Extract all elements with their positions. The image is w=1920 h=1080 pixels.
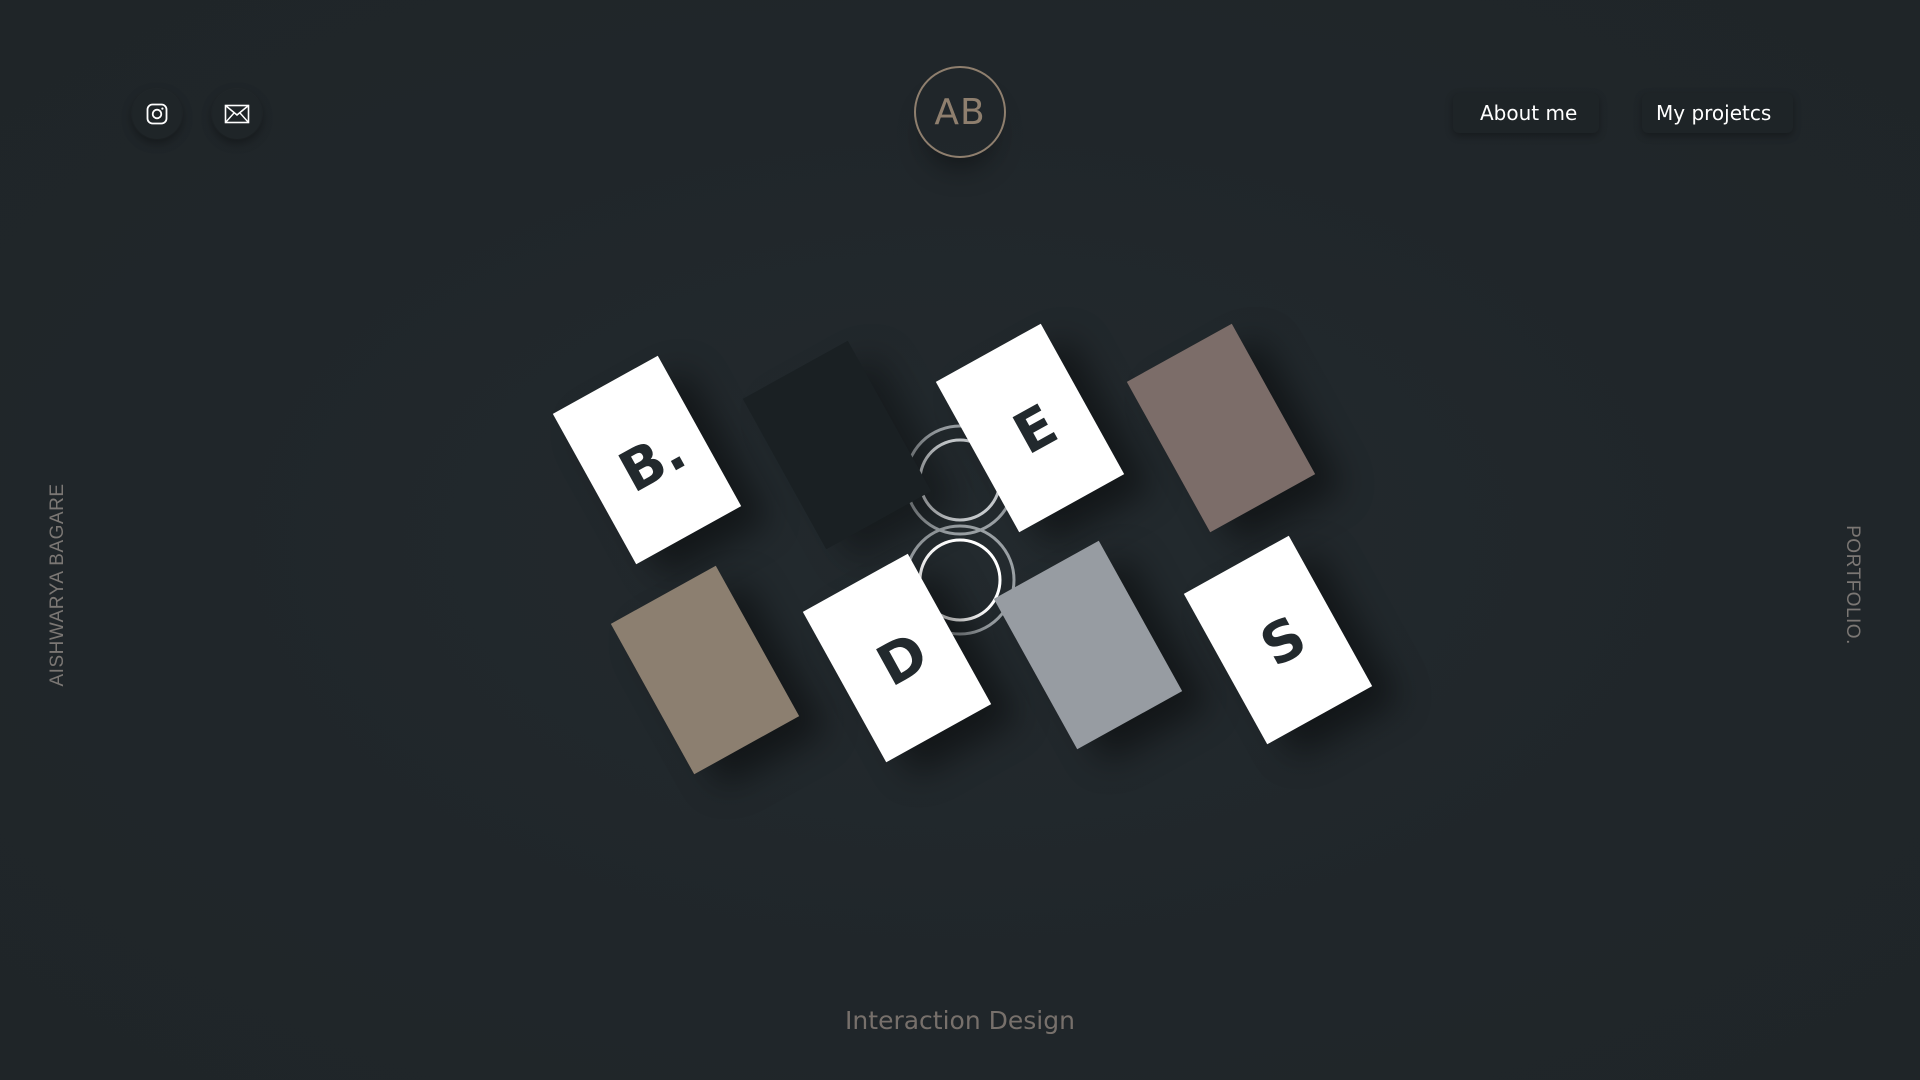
card-glyph: D bbox=[866, 619, 939, 700]
card-glyph: E bbox=[1002, 391, 1068, 468]
card-glyph: B. bbox=[608, 417, 697, 506]
logo-monogram[interactable]: AB bbox=[914, 66, 1006, 158]
card-s[interactable]: S bbox=[1183, 535, 1373, 745]
side-name-label: AISHWARYA BAGARE bbox=[47, 483, 68, 687]
instagram-icon bbox=[145, 102, 169, 126]
mail-icon bbox=[224, 104, 250, 124]
card-glyph: S bbox=[1250, 603, 1317, 680]
card-mauve-swatch[interactable] bbox=[1126, 323, 1316, 533]
about-me-button[interactable]: About me bbox=[1453, 93, 1599, 133]
card-dark-swatch[interactable] bbox=[742, 340, 932, 550]
instagram-button[interactable] bbox=[132, 89, 182, 139]
card-tan-swatch[interactable] bbox=[610, 565, 800, 775]
card-grey-swatch[interactable] bbox=[993, 540, 1183, 750]
tagline: Interaction Design bbox=[845, 1006, 1075, 1035]
my-projects-button[interactable]: My projetcs bbox=[1642, 93, 1793, 133]
card-e[interactable]: E bbox=[935, 323, 1125, 533]
card-b[interactable]: B. bbox=[552, 355, 742, 565]
portfolio-landing: AB About me My projetcs AISHWARYA BAGARE… bbox=[0, 0, 1920, 1080]
side-portfolio-label: PORTFOLIO. bbox=[1842, 525, 1863, 645]
mail-button[interactable] bbox=[212, 89, 262, 139]
logo-text: AB bbox=[934, 91, 986, 133]
card-d[interactable]: D bbox=[802, 553, 992, 763]
